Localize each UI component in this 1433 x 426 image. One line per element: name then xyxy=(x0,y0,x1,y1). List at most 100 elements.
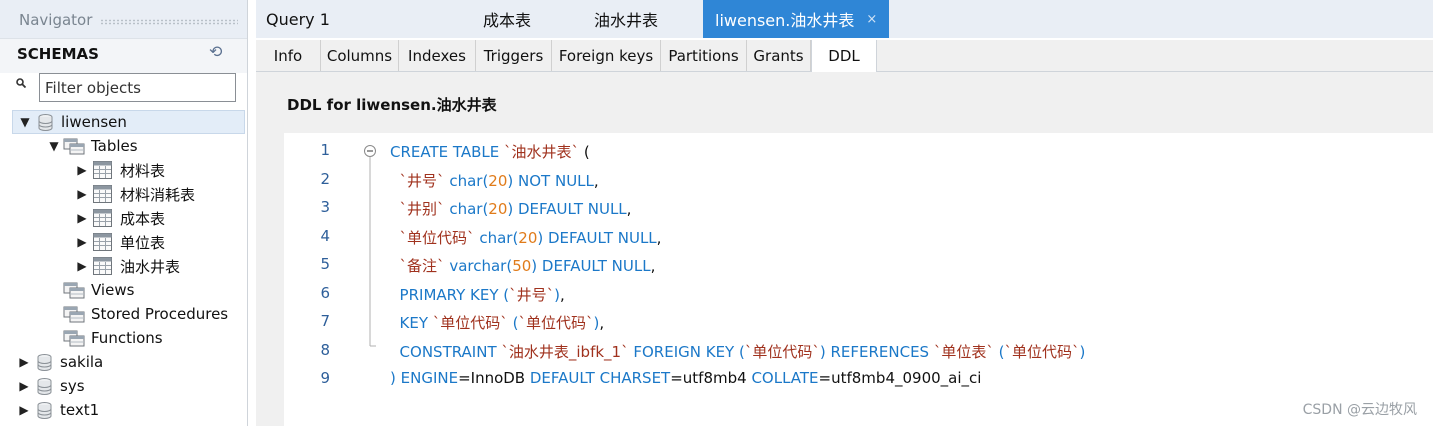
code-token: ) DEFAULT NULL xyxy=(531,257,651,275)
tree-item[interactable]: Views xyxy=(47,278,134,302)
tree-item-label: text1 xyxy=(60,401,100,419)
code-line: CONSTRAINT `油水井表_ibfk_1` FOREIGN KEY ( `单… xyxy=(390,341,1086,362)
code-token: CONSTRAINT xyxy=(399,343,502,361)
tab-indexes[interactable]: Indexes xyxy=(399,40,476,71)
expand-right-icon[interactable]: ▶ xyxy=(75,259,89,273)
refresh-icon[interactable]: ⟲ xyxy=(209,42,222,61)
code-line: PRIMARY KEY (`井号`), xyxy=(390,284,565,305)
filter-input-box[interactable] xyxy=(39,73,236,102)
code-token: , xyxy=(626,200,632,218)
code-line: `井号` char(20) NOT NULL, xyxy=(390,170,599,191)
tab-label: 油水井表 xyxy=(594,11,659,30)
code-token: `单位代码` xyxy=(399,229,475,247)
tab-cost-table[interactable]: 成本表 xyxy=(483,0,531,38)
tree-item[interactable]: ▼ liwensen xyxy=(12,110,245,134)
tree-item[interactable]: ▶ 油水井表 xyxy=(75,254,180,278)
code-token: KEY xyxy=(399,314,433,332)
code-line: ) ENGINE=InnoDB DEFAULT CHARSET=utf8mb4 … xyxy=(390,369,981,387)
code-line: KEY `单位代码` (`单位代码`), xyxy=(390,312,605,333)
tree-item-label: sakila xyxy=(60,353,104,371)
tab-query-1[interactable]: Query 1 xyxy=(266,0,330,38)
tree-item[interactable]: Stored Procedures xyxy=(47,302,228,326)
watermark: CSDN @云边牧风 xyxy=(1302,402,1417,418)
table-icon xyxy=(93,161,112,179)
tab-label: Query 1 xyxy=(266,9,330,29)
tree-item-label: Tables xyxy=(91,137,138,155)
code-token: `井别` xyxy=(399,200,445,218)
code-token: 20 xyxy=(488,172,508,190)
tree-item-label: 单位表 xyxy=(120,233,166,252)
folder-icon xyxy=(63,138,85,154)
expand-right-icon[interactable]: ▶ xyxy=(75,235,89,249)
code-token: FOREIGN KEY ( xyxy=(628,343,745,361)
tab-well-table[interactable]: 油水井表 xyxy=(594,0,658,38)
code-token: , xyxy=(560,286,565,304)
line-number: 6 xyxy=(320,284,330,302)
tree-item[interactable]: ▶ sys xyxy=(17,374,85,398)
folder-icon xyxy=(63,282,85,298)
code-token: , xyxy=(599,314,605,332)
code-token: CREATE TABLE xyxy=(390,143,505,161)
code-token: `单位表` xyxy=(933,343,994,361)
tab-triggers[interactable]: Triggers xyxy=(476,40,552,71)
table-icon xyxy=(93,209,112,227)
tree-item[interactable]: ▶ sakila xyxy=(17,350,103,374)
tree-item[interactable]: ▶ 单位表 xyxy=(75,230,165,254)
code-token: `单位代码` xyxy=(1004,343,1080,361)
expand-right-icon[interactable]: ▶ xyxy=(75,187,89,201)
navigator-title: Navigator xyxy=(19,11,93,29)
code-token: PRIMARY KEY ( xyxy=(399,286,510,304)
tab-foreign-keys[interactable]: Foreign keys xyxy=(552,40,661,71)
code-token: , xyxy=(593,172,599,190)
line-number: 1 xyxy=(320,141,330,159)
expand-right-icon[interactable]: ▶ xyxy=(17,355,31,369)
close-icon[interactable]: × xyxy=(866,12,877,27)
tab-grants[interactable]: Grants xyxy=(747,40,811,71)
code-token: ) ENGINE xyxy=(390,369,459,387)
tree-item[interactable]: ▶ 成本表 xyxy=(75,206,165,230)
code-token: `油水井表_ibfk_1` xyxy=(501,343,629,361)
fold-marker-icon[interactable] xyxy=(364,143,382,353)
tree-item[interactable]: ▶ text1 xyxy=(17,398,99,422)
code-token: , xyxy=(656,229,662,247)
line-number: 2 xyxy=(320,170,330,188)
expand-right-icon[interactable]: ▶ xyxy=(75,211,89,225)
line-number: 7 xyxy=(320,312,330,330)
code-token: ) xyxy=(1079,343,1086,361)
tab-columns[interactable]: Columns xyxy=(321,40,399,71)
tree-item-label: 材料表 xyxy=(120,161,166,180)
code-line: `井别` char(20) DEFAULT NULL, xyxy=(390,198,632,219)
schemas-label: SCHEMAS xyxy=(17,45,99,63)
expand-right-icon[interactable]: ▶ xyxy=(17,379,31,393)
database-icon xyxy=(37,377,52,395)
tab-partitions[interactable]: Partitions xyxy=(661,40,747,71)
filter-objects-input[interactable] xyxy=(40,74,235,101)
tab-ddl[interactable]: DDL xyxy=(811,40,877,72)
database-icon xyxy=(38,113,53,131)
tree-item-label: sys xyxy=(60,377,85,395)
tree-item-label: Functions xyxy=(91,329,163,347)
tab-liwensen-well-table[interactable]: liwensen.油水井表 × xyxy=(703,0,890,38)
code-line: `备注` varchar(50) DEFAULT NULL, xyxy=(390,255,656,276)
tree-item[interactable]: Functions xyxy=(47,326,163,350)
expand-down-icon[interactable]: ▼ xyxy=(18,115,32,129)
code-token: ) REFERENCES xyxy=(819,343,934,361)
code-token: `井号` xyxy=(509,286,555,304)
tree-item-label: 材料消耗表 xyxy=(120,185,196,204)
tree-item[interactable]: ▶ 材料消耗表 xyxy=(75,182,195,206)
tab-label: 成本表 xyxy=(483,11,532,30)
expand-right-icon[interactable]: ▶ xyxy=(75,163,89,177)
line-number: 4 xyxy=(320,227,330,245)
tree-item[interactable]: ▼ Tables xyxy=(47,134,138,158)
code-token: 20 xyxy=(488,200,508,218)
tab-info[interactable]: Info xyxy=(256,40,321,71)
expand-right-icon[interactable]: ▶ xyxy=(17,403,31,417)
expand-down-icon[interactable]: ▼ xyxy=(47,139,61,153)
drag-grip-icon[interactable] xyxy=(100,19,238,25)
tree-item[interactable]: ▶ 材料表 xyxy=(75,158,165,182)
tree-item-label: 成本表 xyxy=(120,209,166,228)
